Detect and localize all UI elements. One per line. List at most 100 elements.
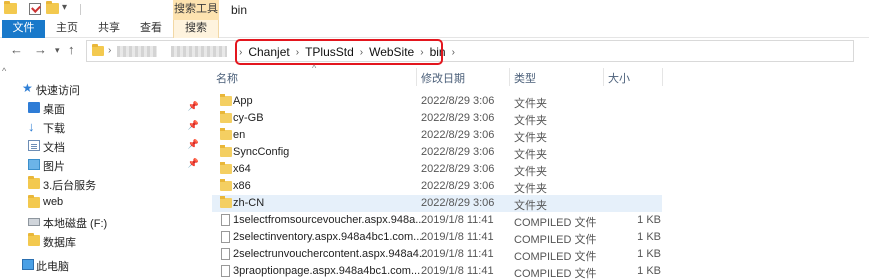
column-divider[interactable] — [416, 68, 417, 86]
file-date: 2022/8/29 3:06 — [421, 129, 495, 141]
file-icon — [221, 248, 230, 260]
sidebar-item-this-pc[interactable]: 此电脑 — [0, 256, 205, 275]
recent-locations-chevron-icon[interactable]: ▾ — [55, 45, 60, 56]
pin-icon: 📌 — [187, 139, 199, 149]
title-bar: ▾ 搜索工具 bin — [0, 0, 869, 20]
file-type: 文件夹 — [514, 98, 547, 110]
tab-view[interactable]: 查看 — [131, 20, 171, 38]
file-type: COMPILED 文件 — [514, 217, 597, 229]
tab-share[interactable]: 共享 — [89, 20, 129, 38]
file-date: 2019/1/8 11:41 — [421, 248, 494, 260]
sidebar-item-desktop[interactable]: 桌面 📌 — [0, 99, 205, 118]
file-type: COMPILED 文件 — [514, 268, 597, 279]
sidebar-item-backend-services[interactable]: 3.后台服务 — [0, 175, 205, 194]
tab-home[interactable]: 主页 — [47, 20, 87, 38]
quick-access-dropdown-icon[interactable]: ▾ — [62, 2, 67, 13]
file-row-compiled-1[interactable]: 1selectfromsourcevoucher.aspx.948a... 20… — [212, 212, 662, 229]
tab-search[interactable]: 搜索 — [173, 20, 219, 38]
file-size: 1 KB — [637, 265, 661, 277]
column-header-size[interactable]: 大小 — [608, 70, 630, 86]
up-arrow-icon[interactable]: ↑ — [68, 42, 75, 57]
file-type: 文件夹 — [514, 115, 547, 127]
sidebar-item-label: 下载 — [43, 123, 65, 135]
folder-icon — [220, 94, 232, 106]
sidebar-item-downloads[interactable]: ↓ 下载 📌 — [0, 118, 205, 137]
folder-icon — [28, 176, 40, 189]
sidebar-item-label: 快速访问 — [36, 85, 80, 97]
new-folder-icon[interactable] — [46, 1, 59, 14]
column-headers: ^ 名称 修改日期 类型 大小 — [212, 63, 869, 88]
folder-icon — [220, 196, 232, 208]
ribbon-tabs: 文件 主页 共享 查看 搜索 — [0, 20, 869, 38]
address-folder-icon — [92, 44, 104, 56]
column-divider[interactable] — [603, 68, 604, 86]
back-arrow-icon[interactable]: ← — [10, 42, 23, 57]
file-row-cy-gb[interactable]: cy-GB 2022/8/29 3:06 文件夹 — [212, 110, 662, 127]
file-name: 1selectfromsourcevoucher.aspx.948a... — [233, 214, 425, 226]
file-row-app[interactable]: App 2022/8/29 3:06 文件夹 — [212, 93, 662, 110]
file-name: cy-GB — [233, 112, 264, 124]
tab-file[interactable]: 文件 — [2, 20, 45, 38]
desktop-icon — [28, 102, 40, 113]
file-name: x86 — [233, 180, 251, 192]
scroll-up-icon[interactable]: ^ — [2, 66, 6, 76]
drive-icon — [28, 218, 40, 226]
address-bar[interactable]: › › Chanjet › TPlusStd › WebSite › bin › — [86, 39, 854, 65]
column-header-type[interactable]: 类型 — [514, 70, 536, 86]
sidebar-item-database[interactable]: 数据库 — [0, 232, 205, 251]
file-type: 文件夹 — [514, 132, 547, 144]
file-row-en[interactable]: en 2022/8/29 3:06 文件夹 — [212, 127, 662, 144]
column-divider[interactable] — [662, 68, 663, 86]
file-row-zh-cn[interactable]: zh-CN 2022/8/29 3:06 文件夹 — [212, 195, 662, 212]
file-name: 3praoptionpage.aspx.948a4bc1.com... — [233, 265, 421, 277]
file-row-compiled-2[interactable]: 2selectinventory.aspx.948a4bc1.com... 20… — [212, 229, 662, 246]
chevron-right-icon[interactable]: › — [450, 47, 457, 58]
file-date: 2022/8/29 3:06 — [421, 163, 495, 175]
sidebar-item-pictures[interactable]: 图片 📌 — [0, 156, 205, 175]
download-icon: ↓ — [28, 119, 35, 134]
file-row-x64[interactable]: x64 2022/8/29 3:06 文件夹 — [212, 161, 662, 178]
file-name: en — [233, 129, 246, 141]
pin-icon: 📌 — [187, 120, 199, 130]
file-icon — [221, 214, 230, 226]
folder-icon — [28, 195, 40, 208]
column-header-date[interactable]: 修改日期 — [421, 70, 465, 86]
sidebar-item-documents[interactable]: 文档 📌 — [0, 137, 205, 156]
documents-icon — [28, 140, 40, 151]
folder-icon — [220, 179, 232, 191]
file-type: 文件夹 — [514, 166, 547, 178]
file-size: 1 KB — [637, 231, 661, 243]
redacted-path-segment — [171, 46, 227, 57]
navigation-bar: ← → ▾ ↑ › › Chanjet › TPlusStd › WebSite… — [0, 38, 869, 65]
properties-icon[interactable] — [29, 3, 41, 15]
folder-icon — [220, 128, 232, 140]
folder-icon — [220, 145, 232, 157]
sidebar-item-label: 3.后台服务 — [43, 180, 97, 192]
pin-icon: 📌 — [187, 158, 199, 168]
file-row-x86[interactable]: x86 2022/8/29 3:06 文件夹 — [212, 178, 662, 195]
column-divider[interactable] — [509, 68, 510, 86]
sidebar-item-quick-access[interactable]: ★ 快速访问 — [0, 80, 205, 99]
sidebar-item-label: 此电脑 — [36, 261, 69, 273]
file-name: SyncConfig — [233, 146, 290, 158]
column-header-name[interactable]: 名称 — [216, 70, 238, 86]
file-row-syncconfig[interactable]: SyncConfig 2022/8/29 3:06 文件夹 — [212, 144, 662, 161]
sidebar-item-label: 图片 — [43, 161, 65, 173]
file-date: 2019/1/8 11:41 — [421, 214, 494, 226]
file-type: COMPILED 文件 — [514, 251, 597, 263]
context-tab-search-tools: 搜索工具 — [173, 0, 219, 20]
sidebar-item-label: 本地磁盘 (F:) — [43, 218, 108, 230]
sidebar-item-local-disk-f[interactable]: 本地磁盘 (F:) — [0, 213, 205, 232]
file-row-compiled-4[interactable]: 3praoptionpage.aspx.948a4bc1.com... 2019… — [212, 263, 662, 279]
file-date: 2022/8/29 3:06 — [421, 112, 495, 124]
forward-arrow-icon[interactable]: → — [34, 42, 47, 57]
redacted-path-segment — [117, 46, 157, 57]
sidebar-item-web[interactable]: web — [0, 194, 205, 213]
sidebar-item-label: web — [43, 196, 64, 208]
file-row-compiled-3[interactable]: 2selectrunvouchercontent.aspx.948a4... 2… — [212, 246, 662, 263]
file-date: 2022/8/29 3:06 — [421, 180, 495, 192]
navigation-pane: ^ ★ 快速访问 桌面 📌 ↓ 下载 📌 文档 📌 图片 📌 3.后台服务 we… — [0, 66, 205, 279]
computer-icon — [22, 259, 34, 270]
chevron-right-icon[interactable]: › — [108, 45, 111, 56]
star-icon: ★ — [22, 81, 33, 95]
